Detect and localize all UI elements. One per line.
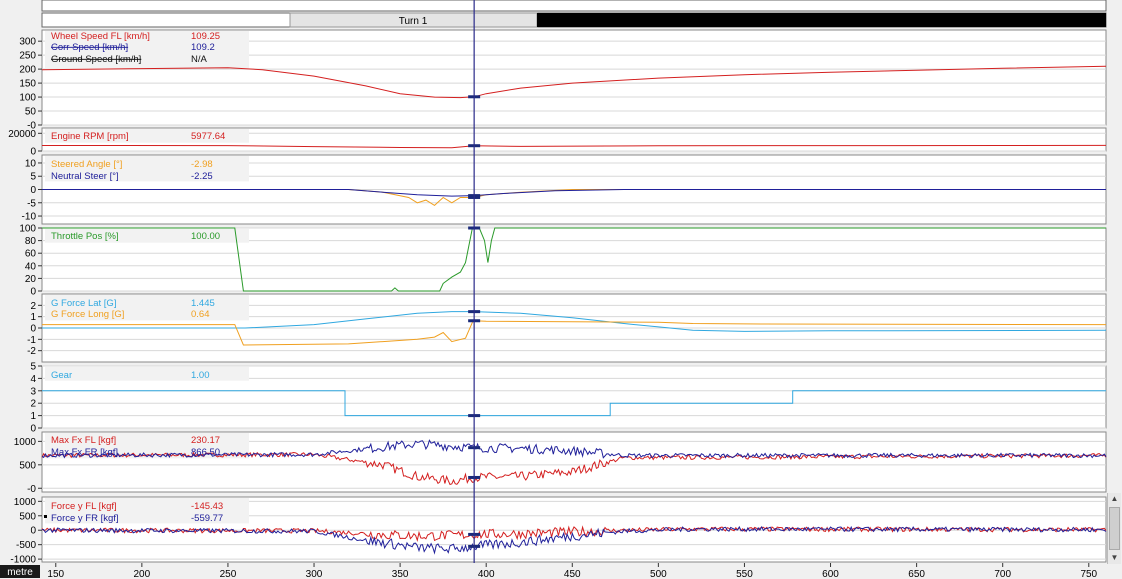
legend-name-speed-1: Corr Speed [km/h] xyxy=(51,42,128,53)
legend-value-speed-1: 109.2 xyxy=(191,42,215,53)
segment-label: Turn 1 xyxy=(399,16,428,27)
y-tick-label-fy: 500 xyxy=(19,511,36,522)
y-tick-label-gforce: -1 xyxy=(27,335,36,346)
y-tick-label-gear: 4 xyxy=(30,374,36,385)
legend-box-gear xyxy=(45,367,249,381)
y-tick-label-gforce: 2 xyxy=(30,301,36,312)
y-tick-label-gear: 0 xyxy=(30,424,36,435)
x-tick-label: 400 xyxy=(478,569,495,579)
legend-value-gforce-0: 1.445 xyxy=(191,298,215,309)
x-tick-label: 150 xyxy=(47,569,64,579)
y-tick-label-gear: 1 xyxy=(30,411,36,422)
x-tick-label: 500 xyxy=(650,569,667,579)
x-tick-label: 600 xyxy=(822,569,839,579)
segment-black-block xyxy=(537,13,1106,27)
x-tick-label: 750 xyxy=(1080,569,1097,579)
y-tick-label-throttle: 20 xyxy=(25,274,37,285)
x-tick-label: 450 xyxy=(564,569,581,579)
y-tick-label-speed: 150 xyxy=(19,79,36,90)
legend-name-gear-0: Gear xyxy=(51,370,72,381)
y-tick-label-throttle: 100 xyxy=(19,224,36,235)
y-tick-label-gforce: 1 xyxy=(30,312,36,323)
legend-value-throttle-0: 100.00 xyxy=(191,231,220,242)
y-tick-label-speed: 200 xyxy=(19,65,36,76)
legend-name-throttle-0: Throttle Pos [%] xyxy=(51,231,119,242)
legend-value-steer-1: -2.25 xyxy=(191,171,213,182)
y-tick-label-throttle: 80 xyxy=(25,236,37,247)
y-tick-label-speed: 100 xyxy=(19,93,36,104)
x-tick-label: 350 xyxy=(392,569,409,579)
y-tick-label-speed: 300 xyxy=(19,37,36,48)
legend-name-steer-1: Neutral Steer [°] xyxy=(51,171,119,182)
x-axis-bar xyxy=(0,564,1122,579)
x-tick-label: 300 xyxy=(306,569,323,579)
scroll-down-arrow-icon[interactable]: ▼ xyxy=(1109,553,1120,563)
y-tick-label-fx: -0 xyxy=(27,484,36,495)
y-tick-label-gforce: -2 xyxy=(27,346,36,357)
legend-value-speed-0: 109.25 xyxy=(191,31,220,42)
y-tick-label-speed: 250 xyxy=(19,51,36,62)
y-tick-label-gforce: 0 xyxy=(30,324,36,335)
y-tick-label-rpm: 0 xyxy=(30,147,36,158)
legend-value-fy-0: -145.43 xyxy=(191,501,223,512)
x-tick-label: 550 xyxy=(736,569,753,579)
y-tick-label-throttle: 60 xyxy=(25,249,37,260)
legend-value-rpm-0: 5977.64 xyxy=(191,131,225,142)
legend-name-fy-0: Force y FL [kgf] xyxy=(51,501,117,512)
y-tick-label-fy: -1000 xyxy=(10,555,36,566)
y-tick-label-throttle: 40 xyxy=(25,261,37,272)
legend-value-fy-1: -559.77 xyxy=(191,513,223,524)
y-tick-label-rpm: 20000 xyxy=(8,129,36,140)
y-tick-label-fy: 0 xyxy=(30,526,36,537)
y-tick-label-fy: 1000 xyxy=(14,497,37,508)
legend-name-rpm-0: Engine RPM [rpm] xyxy=(51,131,129,142)
y-tick-label-steer: 5 xyxy=(30,172,36,183)
legend-name-fx-1: Max Fx FR [kgf] xyxy=(51,447,118,458)
x-tick-label: 200 xyxy=(134,569,151,579)
y-tick-label-fy: -500 xyxy=(16,540,36,551)
legend-value-fx-1: 866.50 xyxy=(191,447,220,458)
scroll-up-arrow-icon[interactable]: ▲ xyxy=(1109,494,1120,504)
y-tick-label-speed: 50 xyxy=(25,107,37,118)
legend-name-speed-2: Ground Speed [km/h] xyxy=(51,54,141,65)
legend-name-speed-0: Wheel Speed FL [km/h] xyxy=(51,31,150,42)
y-tick-label-steer: -10 xyxy=(22,212,37,223)
scroll-thumb[interactable] xyxy=(1109,507,1120,550)
y-tick-label-steer: -5 xyxy=(27,198,36,209)
y-tick-label-throttle: 0 xyxy=(30,287,36,298)
top-header-strip xyxy=(41,0,1107,12)
y-tick-label-gear: 5 xyxy=(30,362,36,373)
telemetry-app: Turn 1 300 250 200 150 100 50 -0 Wheel Speed FL … xyxy=(0,0,1122,579)
y-tick-label-fx: 500 xyxy=(19,460,36,471)
y-tick-label-fx: 1000 xyxy=(14,437,37,448)
legend-value-gforce-1: 0.64 xyxy=(191,309,210,320)
legend-name-fy-1: Force y FR [kgf] xyxy=(51,513,119,524)
legend-name-gforce-1: G Force Long [G] xyxy=(51,309,124,320)
legend-bullet-icon xyxy=(44,515,47,518)
legend-value-speed-2: N/A xyxy=(191,54,208,65)
x-tick-label: 700 xyxy=(994,569,1011,579)
legend-value-gear-0: 1.00 xyxy=(191,370,210,381)
y-tick-label-steer: 10 xyxy=(25,158,37,169)
legend-name-fx-0: Max Fx FL [kgf] xyxy=(51,435,116,446)
legend-name-steer-0: Steered Angle [°] xyxy=(51,159,122,170)
y-tick-label-steer: 0 xyxy=(30,185,36,196)
y-tick-label-gear: 3 xyxy=(30,386,36,397)
legend-value-steer-0: -2.98 xyxy=(191,159,213,170)
y-tick-label-gear: 2 xyxy=(30,399,36,410)
vertical-scrollbar[interactable]: ▲ ▼ xyxy=(1107,493,1121,564)
x-tick-label: 650 xyxy=(908,569,925,579)
legend-name-gforce-0: G Force Lat [G] xyxy=(51,298,116,309)
telemetry-chart[interactable]: Turn 130025020015010050-0Wheel Speed FL … xyxy=(0,0,1122,579)
legend-value-fx-0: 230.17 xyxy=(191,435,220,446)
x-tick-label: 250 xyxy=(220,569,237,579)
x-unit-label: metre xyxy=(7,567,33,578)
